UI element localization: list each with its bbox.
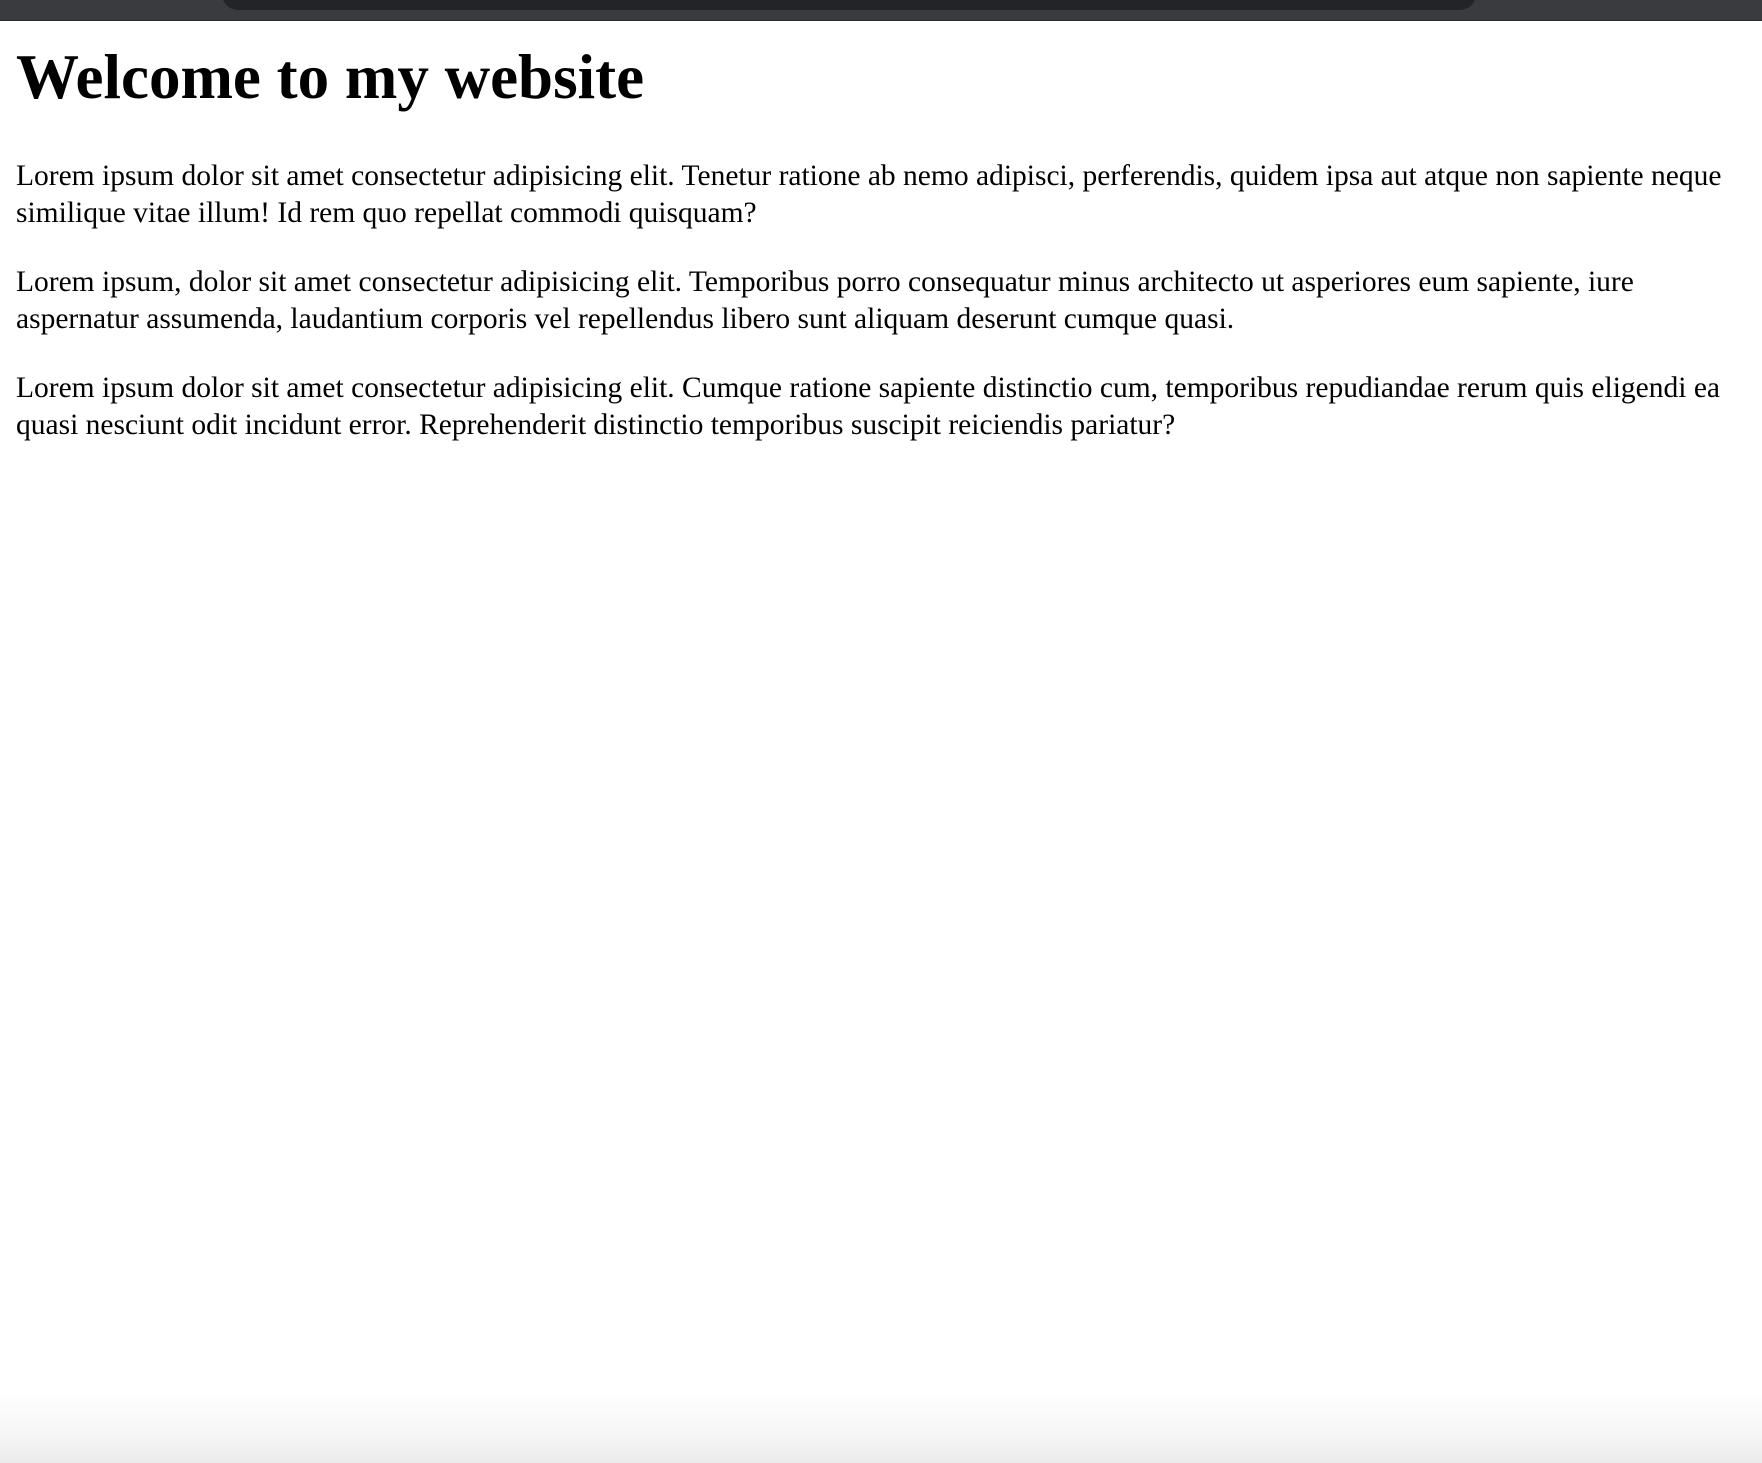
page-content: Welcome to my website Lorem ipsum dolor …: [16, 20, 1736, 476]
browser-toolbar: [0, 0, 1762, 21]
bottom-shadow: [0, 1393, 1762, 1463]
paragraph-1: Lorem ipsum dolor sit amet consectetur a…: [16, 160, 1722, 229]
paragraph-2: Lorem ipsum, dolor sit amet consectetur …: [16, 266, 1634, 335]
address-bar[interactable]: [222, 0, 1476, 10]
page-title: Welcome to my website: [16, 42, 645, 112]
paragraph-3: Lorem ipsum dolor sit amet consectetur a…: [16, 372, 1720, 441]
